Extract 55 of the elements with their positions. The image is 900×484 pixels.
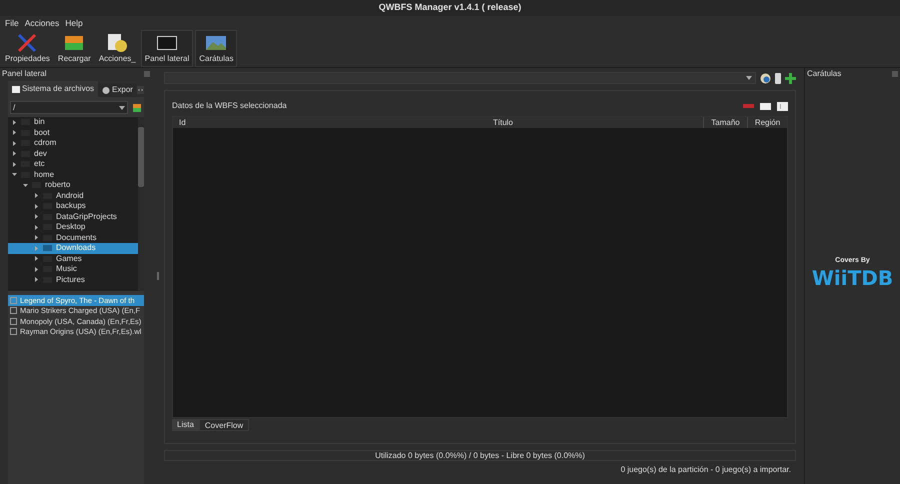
tab[interactable]: Sistema de archivos <box>8 81 98 97</box>
disc-icon <box>106 32 128 52</box>
tree-item[interactable]: Desktop <box>8 222 138 232</box>
menu-item[interactable]: File <box>5 16 19 30</box>
column-header[interactable]: Id <box>173 117 303 128</box>
tree-item[interactable]: DataGripProjects <box>8 212 138 222</box>
tree-item[interactable]: roberto <box>8 180 138 190</box>
checkbox-icon <box>10 296 17 304</box>
path-combo[interactable]: / <box>10 101 128 114</box>
tree-item[interactable]: Pictures <box>8 274 138 285</box>
status-text: 0 juego(s) de la partición - 0 juego(s) a importar. <box>620 464 791 476</box>
tree-item[interactable]: cdrom <box>8 138 138 148</box>
caret-icon <box>119 106 125 110</box>
toolbar-button[interactable]: Acciones_ <box>96 30 139 67</box>
tree-item[interactable]: Music <box>8 264 138 274</box>
globe-icon[interactable] <box>760 72 771 84</box>
toolbar-button[interactable]: Carátulas <box>195 30 238 67</box>
tree-item[interactable]: Android <box>8 190 138 201</box>
tree-item[interactable]: dev <box>8 148 138 159</box>
tree-item[interactable]: bin <box>8 117 138 128</box>
rectangle-icon[interactable] <box>760 102 771 110</box>
window-title: QWBFS Manager v1.4.1 ( release) <box>378 1 522 14</box>
tree-item[interactable]: Documents <box>8 232 138 243</box>
toolbar-button[interactable]: Panel lateral <box>140 30 194 67</box>
column-header[interactable]: Tamaño <box>703 117 747 128</box>
tree-item[interactable]: etc <box>8 159 138 170</box>
menu-item[interactable]: Help <box>65 16 83 30</box>
caret-icon <box>746 76 752 80</box>
splitter-handle[interactable] <box>157 272 159 280</box>
tree-item[interactable]: backups <box>8 201 138 212</box>
panel-title: Carátulas <box>807 68 842 80</box>
add-icon[interactable] <box>785 72 796 84</box>
column-header[interactable]: Título <box>303 117 703 128</box>
expand-arrow-icon[interactable] <box>23 182 28 188</box>
scrollbar[interactable] <box>138 117 144 291</box>
window-icon <box>12 86 20 92</box>
tree-item[interactable]: Downloads <box>8 243 138 254</box>
panel-title: Panel lateral <box>2 68 46 80</box>
tree-item[interactable]: Games <box>8 254 138 264</box>
group-title: Datos de la WBFS seleccionada <box>172 100 287 112</box>
device-icon[interactable] <box>775 72 781 84</box>
list-icon[interactable] <box>777 102 788 110</box>
toolbar-button[interactable]: Recargar <box>54 30 94 67</box>
checkbox-icon <box>10 328 17 336</box>
tree-item[interactable]: home <box>8 170 138 180</box>
usage-text: Utilizado 0 bytes (0.0%%) / 0 bytes - Libre 0 bytes (0.0%%) <box>375 450 585 462</box>
toolbar-button[interactable]: Propiedades <box>2 30 53 67</box>
checkbox-icon <box>10 307 17 314</box>
tab[interactable]: Lista <box>172 419 199 431</box>
tree-item[interactable]: boot <box>8 128 138 138</box>
logo-text: WiiTDB <box>812 266 894 288</box>
column-header[interactable]: Región <box>747 117 787 128</box>
checkbox-icon <box>10 318 17 325</box>
menu-item[interactable]: Acciones <box>24 16 60 30</box>
tab[interactable]: CoverFlow <box>198 419 250 431</box>
